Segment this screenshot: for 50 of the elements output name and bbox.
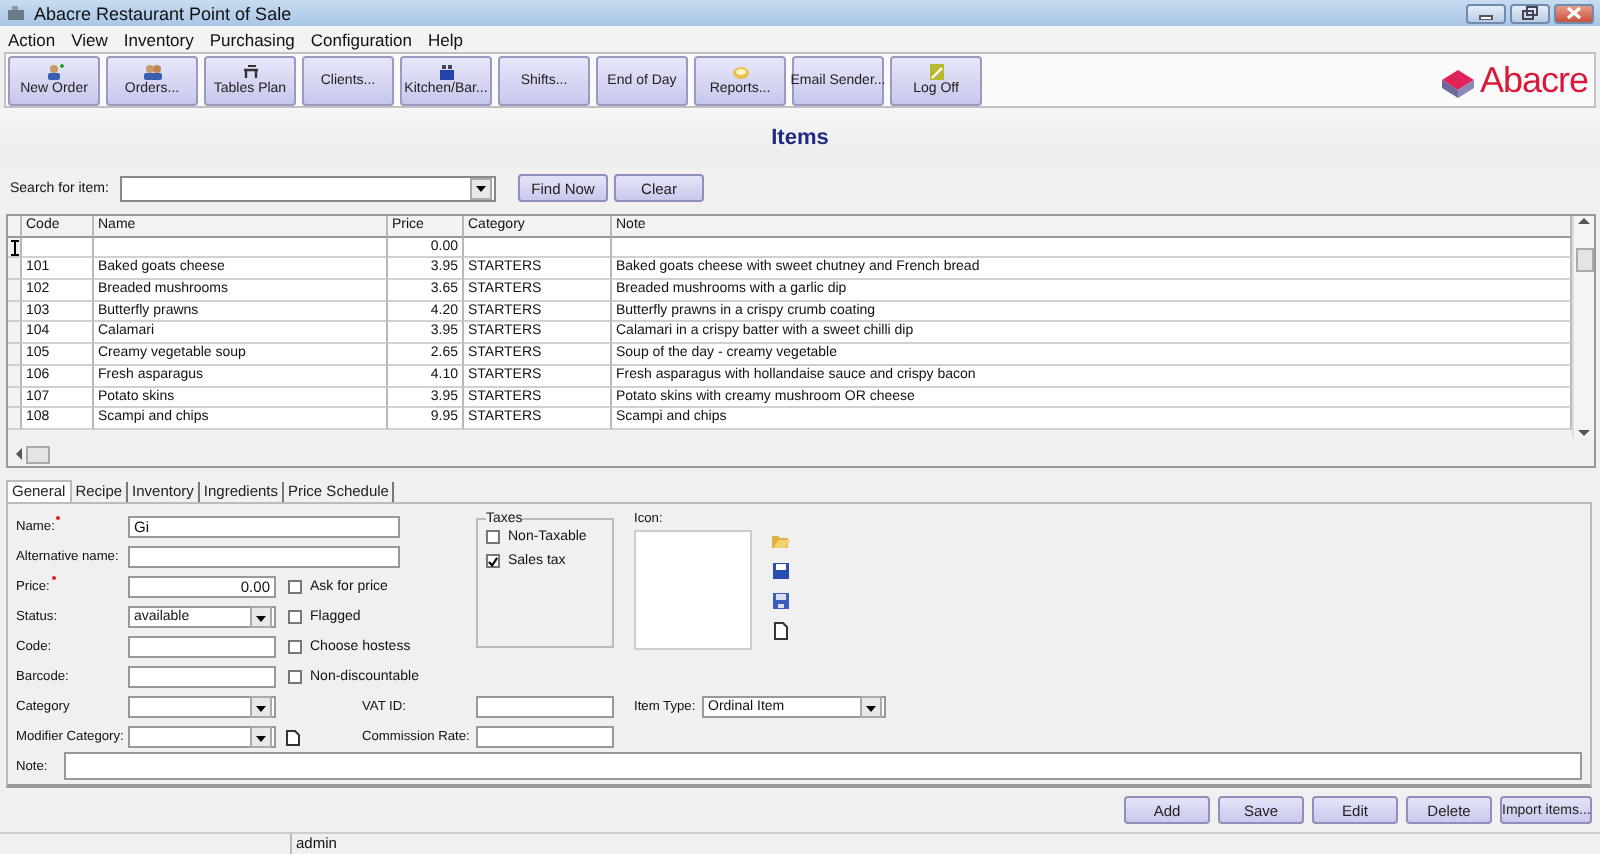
checkbox[interactable] [486, 554, 500, 568]
scroll-left-icon[interactable] [14, 448, 22, 460]
person-plus-icon [45, 64, 63, 80]
search-field[interactable] [120, 175, 496, 201]
reports-icon [731, 64, 749, 80]
scroll-down-icon[interactable] [1578, 430, 1590, 438]
people-icon [143, 64, 161, 80]
close-icon [1566, 6, 1582, 20]
new-document-icon[interactable] [286, 729, 300, 745]
table-icon [241, 64, 259, 80]
app-icon [6, 5, 26, 21]
input-field[interactable] [128, 546, 400, 568]
checkbox[interactable] [288, 580, 302, 594]
dropdown-arrow-icon[interactable] [474, 182, 488, 194]
dropdown-arrow-icon[interactable] [864, 701, 878, 713]
checkbox[interactable] [288, 640, 302, 654]
input-field[interactable] [128, 666, 276, 688]
logo-text: Abacre [1479, 59, 1588, 101]
menu-item[interactable]: Help [427, 30, 463, 50]
new-document-icon[interactable] [772, 622, 790, 640]
note-field[interactable] [63, 752, 1582, 780]
minimize-button[interactable] [1466, 3, 1506, 23]
page-heading: Items [771, 126, 829, 150]
restore-button[interactable] [1510, 3, 1550, 23]
dropdown-arrow-icon[interactable] [254, 701, 268, 713]
dropdown-arrow-icon[interactable] [254, 611, 268, 623]
vertical-scrollbar[interactable] [1572, 216, 1594, 438]
save-icon[interactable] [772, 562, 790, 580]
window-title: Abacre Restaurant Point of Sale [34, 3, 294, 23]
menu-item[interactable]: Inventory [123, 30, 194, 50]
stove-icon [437, 64, 455, 80]
scroll-up-icon[interactable] [1578, 216, 1590, 224]
input-field[interactable] [476, 696, 614, 718]
close-button[interactable] [1554, 3, 1594, 23]
input-field[interactable] [128, 636, 276, 658]
checkbox[interactable] [486, 530, 500, 544]
restore-icon [1522, 6, 1538, 20]
scroll-thumb[interactable] [26, 445, 50, 463]
pencil-icon [927, 64, 945, 80]
dropdown-arrow-icon[interactable] [254, 731, 268, 743]
menu-item[interactable]: Purchasing [209, 30, 295, 50]
checkbox[interactable] [288, 610, 302, 624]
scroll-thumb[interactable] [1575, 248, 1593, 272]
save-as-icon[interactable] [772, 592, 790, 610]
menu-item[interactable]: Configuration [310, 30, 412, 50]
input-field[interactable] [476, 726, 614, 748]
checkbox[interactable] [288, 670, 302, 684]
checkmark-icon [488, 555, 498, 567]
menu-item[interactable]: Action [8, 30, 56, 50]
menu-item[interactable]: View [71, 30, 108, 50]
